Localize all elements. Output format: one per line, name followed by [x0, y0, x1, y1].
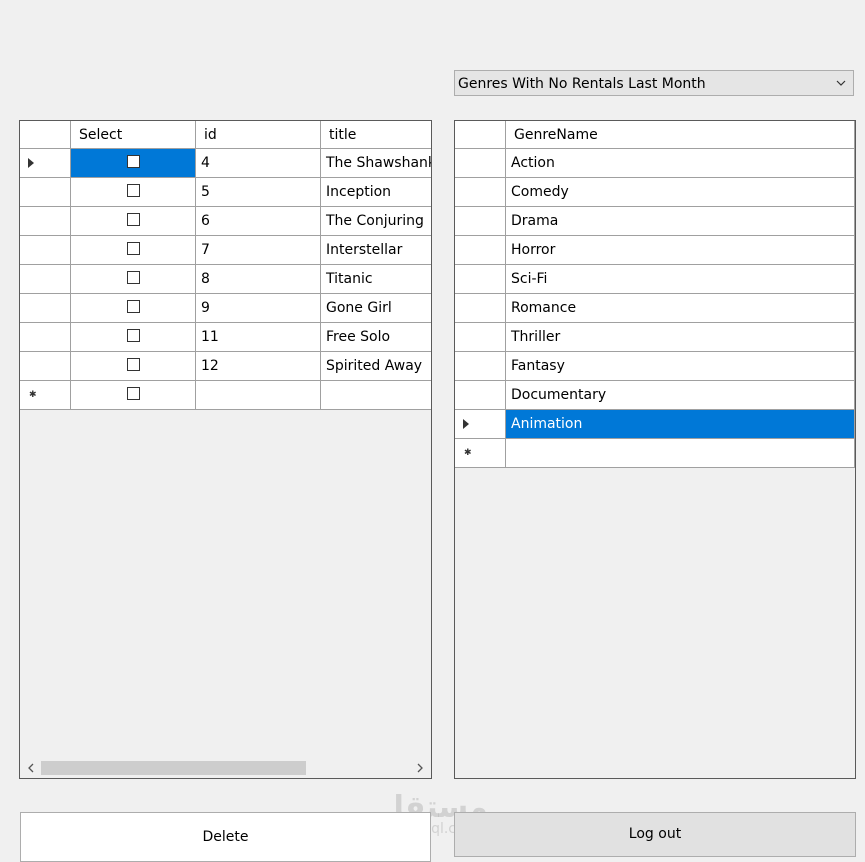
- row-header-corner: [455, 121, 506, 149]
- row-header[interactable]: [455, 236, 506, 265]
- delete-button[interactable]: Delete: [20, 812, 431, 862]
- row-header[interactable]: [455, 265, 506, 294]
- row-header[interactable]: [455, 207, 506, 236]
- select-checkbox[interactable]: [127, 242, 140, 255]
- report-dropdown[interactable]: Genres With No Rentals Last Month: [454, 70, 854, 96]
- genres-grid-header: GenreName: [455, 121, 855, 150]
- row-header[interactable]: [455, 323, 506, 352]
- scrollbar-thumb[interactable]: [41, 761, 306, 775]
- row-header[interactable]: [20, 207, 71, 236]
- id-cell[interactable]: [196, 381, 321, 410]
- title-cell[interactable]: Interstellar: [321, 236, 431, 265]
- genre-cell[interactable]: Animation: [506, 410, 855, 439]
- row-header[interactable]: [20, 236, 71, 265]
- title-cell[interactable]: Free Solo: [321, 323, 431, 352]
- row-header[interactable]: [20, 178, 71, 207]
- select-checkbox[interactable]: [127, 271, 140, 284]
- select-cell[interactable]: [71, 323, 196, 352]
- select-checkbox[interactable]: [127, 300, 140, 313]
- genre-cell[interactable]: Action: [506, 149, 855, 178]
- select-cell[interactable]: [71, 352, 196, 381]
- id-cell[interactable]: 9: [196, 294, 321, 323]
- id-cell[interactable]: 7: [196, 236, 321, 265]
- column-header-id[interactable]: id: [196, 121, 321, 149]
- row-header[interactable]: [20, 294, 71, 323]
- current-row-arrow-icon: [28, 158, 34, 168]
- genre-cell[interactable]: Sci-Fi: [506, 265, 855, 294]
- column-header-select[interactable]: Select: [71, 121, 196, 149]
- select-checkbox[interactable]: [127, 387, 140, 400]
- genre-cell[interactable]: Documentary: [506, 381, 855, 410]
- column-header-genrename[interactable]: GenreName: [506, 121, 855, 149]
- title-cell[interactable]: Spirited Away: [321, 352, 431, 381]
- title-cell[interactable]: Inception: [321, 178, 431, 207]
- genre-cell[interactable]: Comedy: [506, 178, 855, 207]
- select-checkbox[interactable]: [127, 358, 140, 371]
- row-header[interactable]: [455, 178, 506, 207]
- title-cell[interactable]: Gone Girl: [321, 294, 431, 323]
- genre-cell[interactable]: Romance: [506, 294, 855, 323]
- row-header[interactable]: [455, 352, 506, 381]
- select-checkbox[interactable]: [127, 329, 140, 342]
- id-cell[interactable]: 8: [196, 265, 321, 294]
- id-cell[interactable]: 5: [196, 178, 321, 207]
- select-cell[interactable]: [71, 178, 196, 207]
- select-checkbox[interactable]: [127, 184, 140, 197]
- genre-cell[interactable]: Thriller: [506, 323, 855, 352]
- select-cell[interactable]: [71, 381, 196, 410]
- row-header[interactable]: [20, 149, 71, 178]
- scroll-left-icon[interactable]: [25, 762, 37, 774]
- row-header[interactable]: [20, 352, 71, 381]
- id-cell[interactable]: 12: [196, 352, 321, 381]
- row-header[interactable]: [455, 149, 506, 178]
- genre-cell[interactable]: Horror: [506, 236, 855, 265]
- scroll-right-icon[interactable]: [414, 762, 426, 774]
- select-cell[interactable]: [71, 294, 196, 323]
- title-cell[interactable]: The Conjuring: [321, 207, 431, 236]
- genre-cell[interactable]: Fantasy: [506, 352, 855, 381]
- id-cell[interactable]: 4: [196, 149, 321, 178]
- row-header[interactable]: ✱: [20, 381, 71, 410]
- row-header[interactable]: [20, 323, 71, 352]
- current-row-arrow-icon: [463, 419, 469, 429]
- select-cell[interactable]: [71, 207, 196, 236]
- movies-grid[interactable]: Select id title 4 The Shawshank Redempti…: [19, 120, 432, 779]
- title-cell[interactable]: Titanic: [321, 265, 431, 294]
- movies-grid-header: Select id title: [20, 121, 431, 150]
- chevron-down-icon: [836, 80, 846, 86]
- genre-cell[interactable]: Drama: [506, 207, 855, 236]
- select-cell[interactable]: [71, 236, 196, 265]
- row-header[interactable]: ✱: [455, 439, 506, 468]
- row-header[interactable]: [455, 381, 506, 410]
- title-cell[interactable]: [321, 381, 431, 410]
- select-cell[interactable]: [71, 265, 196, 294]
- row-header[interactable]: [455, 410, 506, 439]
- horizontal-scrollbar[interactable]: [20, 758, 431, 778]
- genre-cell[interactable]: [506, 439, 855, 468]
- new-row-asterisk-icon: ✱: [464, 448, 472, 458]
- genres-grid[interactable]: GenreName Action Comedy Drama Horror Sci…: [454, 120, 856, 779]
- select-checkbox[interactable]: [127, 155, 140, 168]
- row-header-corner: [20, 121, 71, 149]
- title-cell[interactable]: The Shawshank Redemption: [321, 149, 431, 178]
- row-header[interactable]: [455, 294, 506, 323]
- id-cell[interactable]: 11: [196, 323, 321, 352]
- select-checkbox[interactable]: [127, 213, 140, 226]
- column-header-title[interactable]: title: [321, 121, 431, 149]
- row-header[interactable]: [20, 265, 71, 294]
- select-cell[interactable]: [71, 149, 196, 178]
- id-cell[interactable]: 6: [196, 207, 321, 236]
- new-row-asterisk-icon: ✱: [29, 390, 37, 400]
- report-dropdown-value: Genres With No Rentals Last Month: [458, 76, 706, 92]
- logout-button[interactable]: Log out: [454, 812, 856, 857]
